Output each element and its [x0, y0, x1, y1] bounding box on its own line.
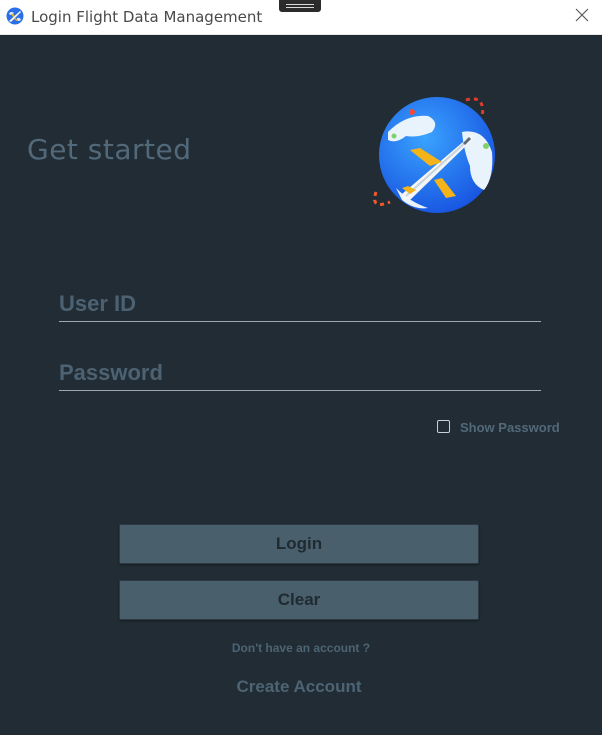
clear-button[interactable]: Clear: [119, 580, 479, 620]
password-field[interactable]: [59, 356, 541, 391]
close-button[interactable]: [570, 5, 594, 29]
login-window: Login Flight Data Management Get started: [0, 0, 602, 735]
snap-layout-grip[interactable]: [279, 0, 321, 12]
close-icon: [575, 8, 589, 27]
show-password-toggle[interactable]: Show Password: [437, 418, 560, 435]
user-id-field[interactable]: [59, 287, 541, 322]
password-input[interactable]: [59, 356, 541, 390]
create-account-link[interactable]: Create Account: [0, 677, 598, 697]
globe-airplane-icon: [366, 92, 500, 216]
globe-plane-icon: [5, 6, 25, 26]
login-button[interactable]: Login: [119, 524, 479, 564]
show-password-checkbox[interactable]: [437, 420, 450, 433]
window-title: Login Flight Data Management: [31, 8, 263, 26]
no-account-prompt: Don't have an account ?: [231, 641, 371, 655]
user-id-input[interactable]: [59, 287, 541, 321]
title-bar[interactable]: Login Flight Data Management: [0, 0, 602, 35]
show-password-label: Show Password: [460, 420, 560, 435]
page-heading: Get started: [27, 133, 192, 166]
